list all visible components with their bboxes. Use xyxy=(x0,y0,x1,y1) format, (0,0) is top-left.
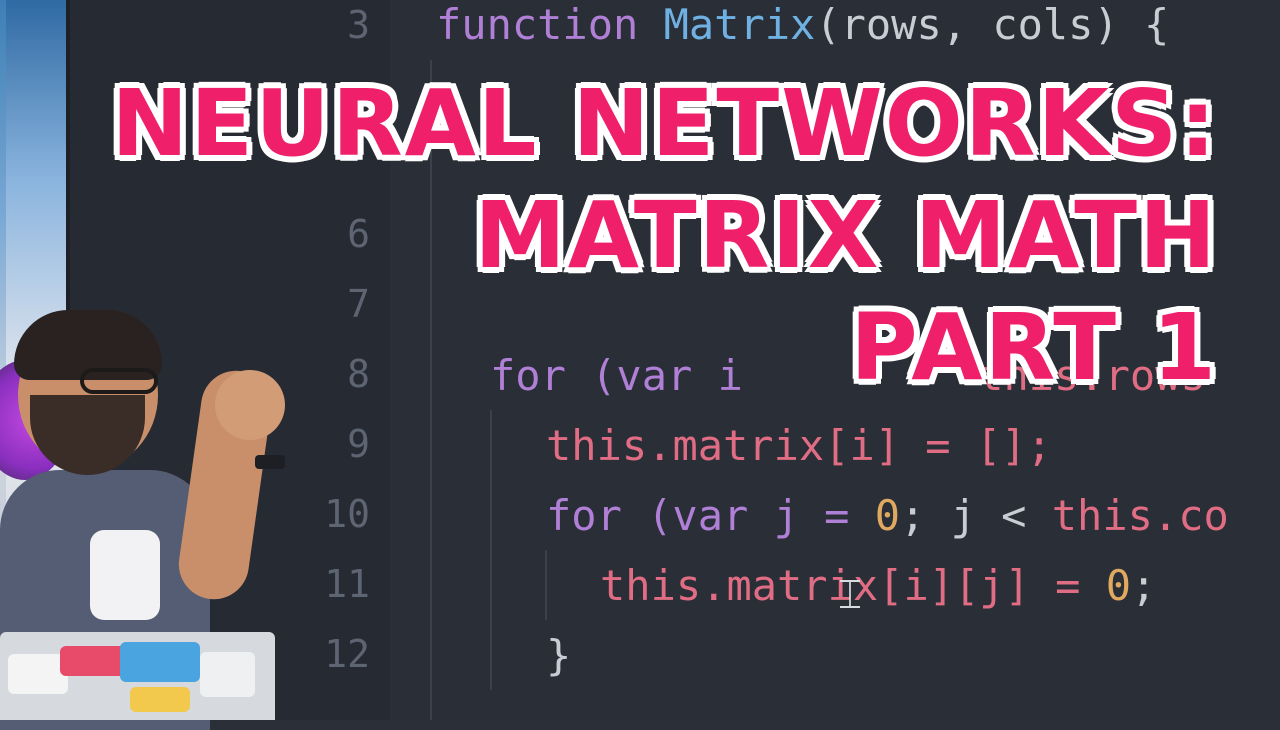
presenter-glasses xyxy=(80,368,158,394)
code-line-9: this.matrix[i] = []; xyxy=(546,421,1052,470)
line-number: 9 xyxy=(347,422,370,466)
video-title-line-2: MATRIX MATH xyxy=(474,182,1218,289)
code-line-3: function Matrix(rows, cols) { xyxy=(436,0,1170,49)
laptop-sticker xyxy=(130,687,190,712)
laptop-sticker xyxy=(200,652,255,697)
video-title-line-1: NEURAL NETWORKS: xyxy=(111,70,1218,177)
indent-guide xyxy=(545,550,547,620)
laptop-sticker xyxy=(8,654,68,694)
indent-guide xyxy=(490,410,492,690)
line-number: 12 xyxy=(324,632,370,676)
presenter-hand xyxy=(215,370,285,440)
shirt-logo xyxy=(90,530,160,620)
line-number: 6 xyxy=(347,212,370,256)
code-line-12: } xyxy=(546,631,572,680)
line-number: 11 xyxy=(324,562,370,606)
line-number: 3 xyxy=(347,3,370,47)
line-number: 7 xyxy=(347,282,370,326)
laptop xyxy=(0,632,275,720)
laptop-sticker xyxy=(120,642,200,682)
code-line-10: for (var j = 0; j < this.co xyxy=(546,491,1229,540)
code-line-11: this.matrix[i][j] = 0; xyxy=(600,561,1157,610)
wristwatch xyxy=(255,455,285,469)
presenter-beard xyxy=(30,395,145,475)
video-title-line-3: PART 1 xyxy=(850,294,1218,401)
line-number: 10 xyxy=(324,492,370,536)
text-cursor-icon: ⌶ xyxy=(838,572,862,618)
line-number: 8 xyxy=(347,352,370,396)
